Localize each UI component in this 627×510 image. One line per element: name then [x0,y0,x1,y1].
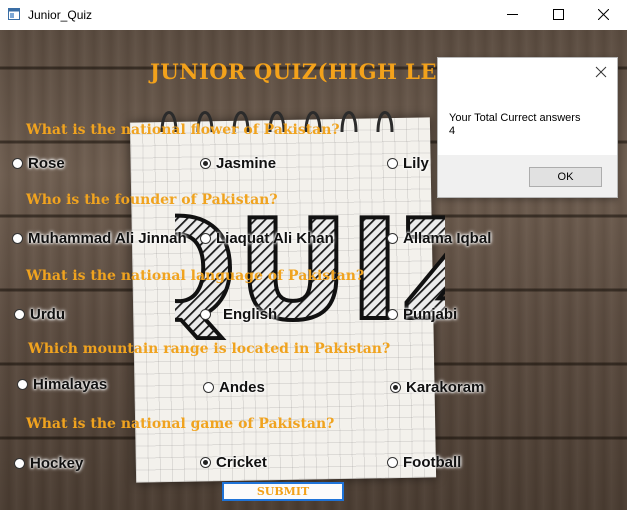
q1-option-rose[interactable]: Rose [12,154,65,172]
submit-button[interactable]: SUBMIT [222,482,344,501]
q1-option-lily[interactable]: Lily [387,154,429,172]
radio-button-icon[interactable] [200,232,211,244]
option-label: Jasmine [216,154,277,172]
quiz-heading: JUNIOR QUIZ(HIGH LEV [150,59,454,84]
radio-button-icon[interactable] [387,157,398,169]
q1-option-jasmine[interactable]: Jasmine [200,154,276,172]
close-button[interactable] [581,0,627,30]
option-label: Allama Iqbal [403,229,492,247]
maximize-button[interactable] [536,0,582,30]
radio-button-icon[interactable] [17,378,28,390]
radio-button-icon[interactable] [14,308,25,320]
q4-option-himalayas[interactable]: Himalayas [17,375,107,393]
q3-option-english[interactable]: English [200,305,277,323]
option-label: Andes [219,378,265,396]
q5-option-cricket[interactable]: Cricket [200,453,267,471]
option-label: English [223,305,278,323]
option-label: Cricket [216,453,267,471]
option-label: Liaquat Ali Khan [216,229,334,247]
window-title-bar: Junior_Quiz [0,0,627,30]
question-3-label: What is the national language of Pakista… [26,268,365,284]
window-title: Junior_Quiz [28,8,93,22]
maximize-icon [553,9,564,20]
result-message-box: Your Total Currect answers 4 OK [437,57,618,198]
close-icon [598,9,609,20]
question-5-label: What is the national game of Pakistan? [26,416,335,432]
radio-button-icon[interactable] [387,232,398,244]
radio-button-icon[interactable] [12,232,23,244]
option-label: Football [403,453,462,471]
option-label: Muhammad Ali Jinnah [28,229,187,247]
radio-button-checked-icon[interactable] [200,157,211,169]
option-label: Karakoram [406,378,485,396]
question-2-label: Who is the founder of Pakistan? [26,192,278,208]
radio-button-icon[interactable] [200,308,211,320]
radio-button-icon[interactable] [387,456,398,468]
radio-button-icon[interactable] [14,457,25,469]
radio-button-icon[interactable] [12,157,23,169]
option-label: Punjabi [403,305,458,323]
message-box-footer: OK [438,155,617,197]
option-label: Lily [403,154,429,172]
option-label: Rose [28,154,65,172]
q2-option-iqbal[interactable]: Allama Iqbal [387,229,491,247]
q2-option-liaquat[interactable]: Liaquat Ali Khan [200,229,334,247]
q4-option-karakoram[interactable]: Karakoram [390,378,484,396]
radio-button-checked-icon[interactable] [200,456,211,468]
radio-button-checked-icon[interactable] [390,381,401,393]
message-line-2: 4 [449,125,456,137]
message-line-1: Your Total Currect answers [449,112,581,124]
question-1-label: What is the national flower of Pakistan? [26,122,340,138]
q4-option-andes[interactable]: Andes [203,378,265,396]
message-text: Your Total Currect answers 4 [449,112,580,138]
q5-option-hockey[interactable]: Hockey [14,454,83,472]
q5-option-football[interactable]: Football [387,453,461,471]
option-label: Hockey [30,454,84,472]
q2-option-jinnah[interactable]: Muhammad Ali Jinnah [12,229,187,247]
q3-option-urdu[interactable]: Urdu [14,305,65,323]
q3-option-punjabi[interactable]: Punjabi [387,305,457,323]
close-icon[interactable] [593,64,609,80]
minimize-icon [507,14,518,15]
ok-button[interactable]: OK [529,167,602,187]
option-label: Urdu [30,305,65,323]
minimize-button[interactable] [490,0,536,30]
option-label: Himalayas [33,375,108,393]
question-4-label: Which mountain range is located in Pakis… [28,341,391,357]
app-form-icon [8,8,20,20]
radio-button-icon[interactable] [203,381,214,393]
radio-button-icon[interactable] [387,308,398,320]
